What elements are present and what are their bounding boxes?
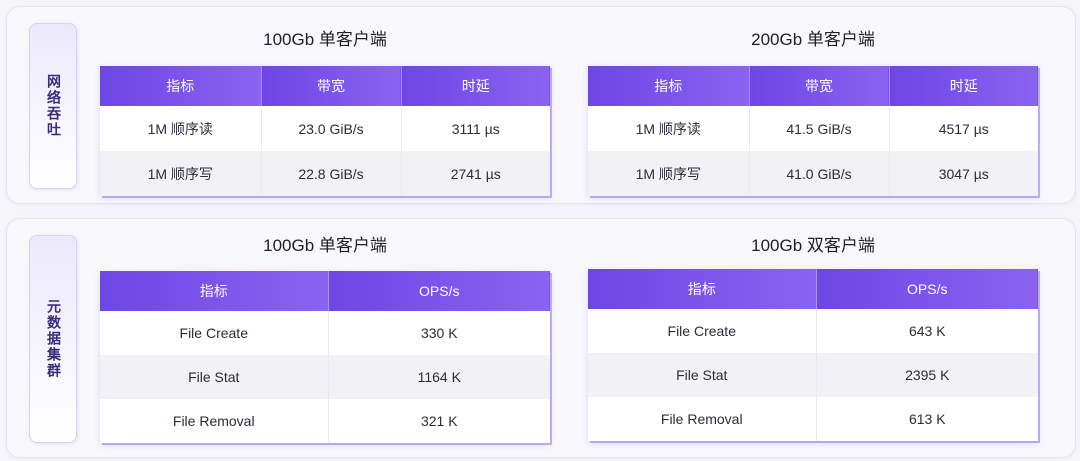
table-cell: 1M 顺序读 — [100, 106, 262, 151]
table-header-row: 指标 OPS/s — [100, 271, 550, 311]
table-cell: 41.0 GiB/s — [749, 151, 890, 196]
column-header: 带宽 — [261, 66, 402, 106]
table-cell: 22.8 GiB/s — [261, 151, 402, 196]
column-header: OPS/s — [816, 269, 1038, 309]
network-throughput-panel: 网络吞吐 100Gb 单客户端 指标 带宽 时延 1M 顺序读 23.0 GiB… — [6, 6, 1076, 204]
table-cell: 1M 顺序读 — [588, 106, 750, 151]
column-header: 指标 — [588, 66, 750, 106]
table-header-row: 指标 OPS/s — [588, 269, 1038, 309]
table-cell: 321 K — [328, 399, 550, 443]
column-header: 指标 — [100, 66, 262, 106]
block-title: 100Gb 单客户端 — [263, 30, 387, 49]
table-row: 1M 顺序写 22.8 GiB/s 2741 µs — [100, 151, 550, 196]
block-title: 100Gb 单客户端 — [263, 236, 387, 255]
table-cell: 1164 K — [328, 355, 550, 399]
column-header: 带宽 — [749, 66, 890, 106]
network-200gb-single-table: 指标 带宽 时延 1M 顺序读 41.5 GiB/s 4517 µs 1M 顺序… — [588, 66, 1038, 196]
table-cell: File Create — [100, 311, 329, 355]
metadata-100gb-single-table: 指标 OPS/s File Create 330 K File Stat 116… — [100, 271, 550, 443]
table-cell: 330 K — [328, 311, 550, 355]
network-throughput-label: 网络吞吐 — [29, 23, 77, 189]
table-row: File Stat 2395 K — [588, 353, 1038, 397]
table-cell: 23.0 GiB/s — [261, 106, 402, 151]
table-cell: File Create — [588, 309, 817, 353]
table-cell: 613 K — [816, 397, 1038, 441]
table-cell: 1M 顺序写 — [588, 151, 750, 196]
table-row: File Removal 613 K — [588, 397, 1038, 441]
network-100gb-single-block: 100Gb 单客户端 指标 带宽 时延 1M 顺序读 23.0 GiB/s 31… — [100, 29, 550, 196]
metadata-100gb-single-block: 100Gb 单客户端 指标 OPS/s File Create 330 K Fi… — [100, 235, 550, 443]
metadata-100gb-dual-table: 指标 OPS/s File Create 643 K File Stat 239… — [588, 269, 1038, 441]
table-cell: 2741 µs — [401, 151, 550, 196]
table-cell: 3047 µs — [889, 151, 1038, 196]
table-cell: 643 K — [816, 309, 1038, 353]
table-row: 1M 顺序读 23.0 GiB/s 3111 µs — [100, 106, 550, 151]
table-cell: 1M 顺序写 — [100, 151, 262, 196]
table-cell: File Stat — [100, 355, 329, 399]
metadata-cluster-label: 元数据集群 — [29, 235, 77, 443]
table-cell: File Removal — [100, 399, 329, 443]
column-header: 时延 — [401, 66, 550, 106]
column-header: 指标 — [588, 269, 817, 309]
network-200gb-single-block: 200Gb 单客户端 指标 带宽 时延 1M 顺序读 41.5 GiB/s 45… — [588, 29, 1038, 196]
table-row: File Stat 1164 K — [100, 355, 550, 399]
metadata-100gb-dual-block: 100Gb 双客户端 指标 OPS/s File Create 643 K Fi… — [588, 235, 1038, 441]
column-header: 时延 — [889, 66, 1038, 106]
table-row: 1M 顺序写 41.0 GiB/s 3047 µs — [588, 151, 1038, 196]
table-cell: 2395 K — [816, 353, 1038, 397]
block-title: 200Gb 单客户端 — [751, 30, 875, 49]
table-cell: File Removal — [588, 397, 817, 441]
table-row: File Create 643 K — [588, 309, 1038, 353]
table-cell: 4517 µs — [889, 106, 1038, 151]
table-row: 1M 顺序读 41.5 GiB/s 4517 µs — [588, 106, 1038, 151]
table-cell: File Stat — [588, 353, 817, 397]
column-header: OPS/s — [328, 271, 550, 311]
table-header-row: 指标 带宽 时延 — [588, 66, 1038, 106]
metadata-cluster-panel: 元数据集群 100Gb 单客户端 指标 OPS/s File Create 33… — [6, 218, 1076, 458]
table-cell: 41.5 GiB/s — [749, 106, 890, 151]
block-title: 100Gb 双客户端 — [751, 236, 875, 255]
table-header-row: 指标 带宽 时延 — [100, 66, 550, 106]
network-throughput-label-text: 网络吞吐 — [45, 74, 61, 138]
table-cell: 3111 µs — [401, 106, 550, 151]
column-header: 指标 — [100, 271, 329, 311]
table-row: File Create 330 K — [100, 311, 550, 355]
network-100gb-single-table: 指标 带宽 时延 1M 顺序读 23.0 GiB/s 3111 µs 1M 顺序… — [100, 66, 550, 196]
metadata-cluster-label-text: 元数据集群 — [45, 299, 61, 379]
table-row: File Removal 321 K — [100, 399, 550, 443]
